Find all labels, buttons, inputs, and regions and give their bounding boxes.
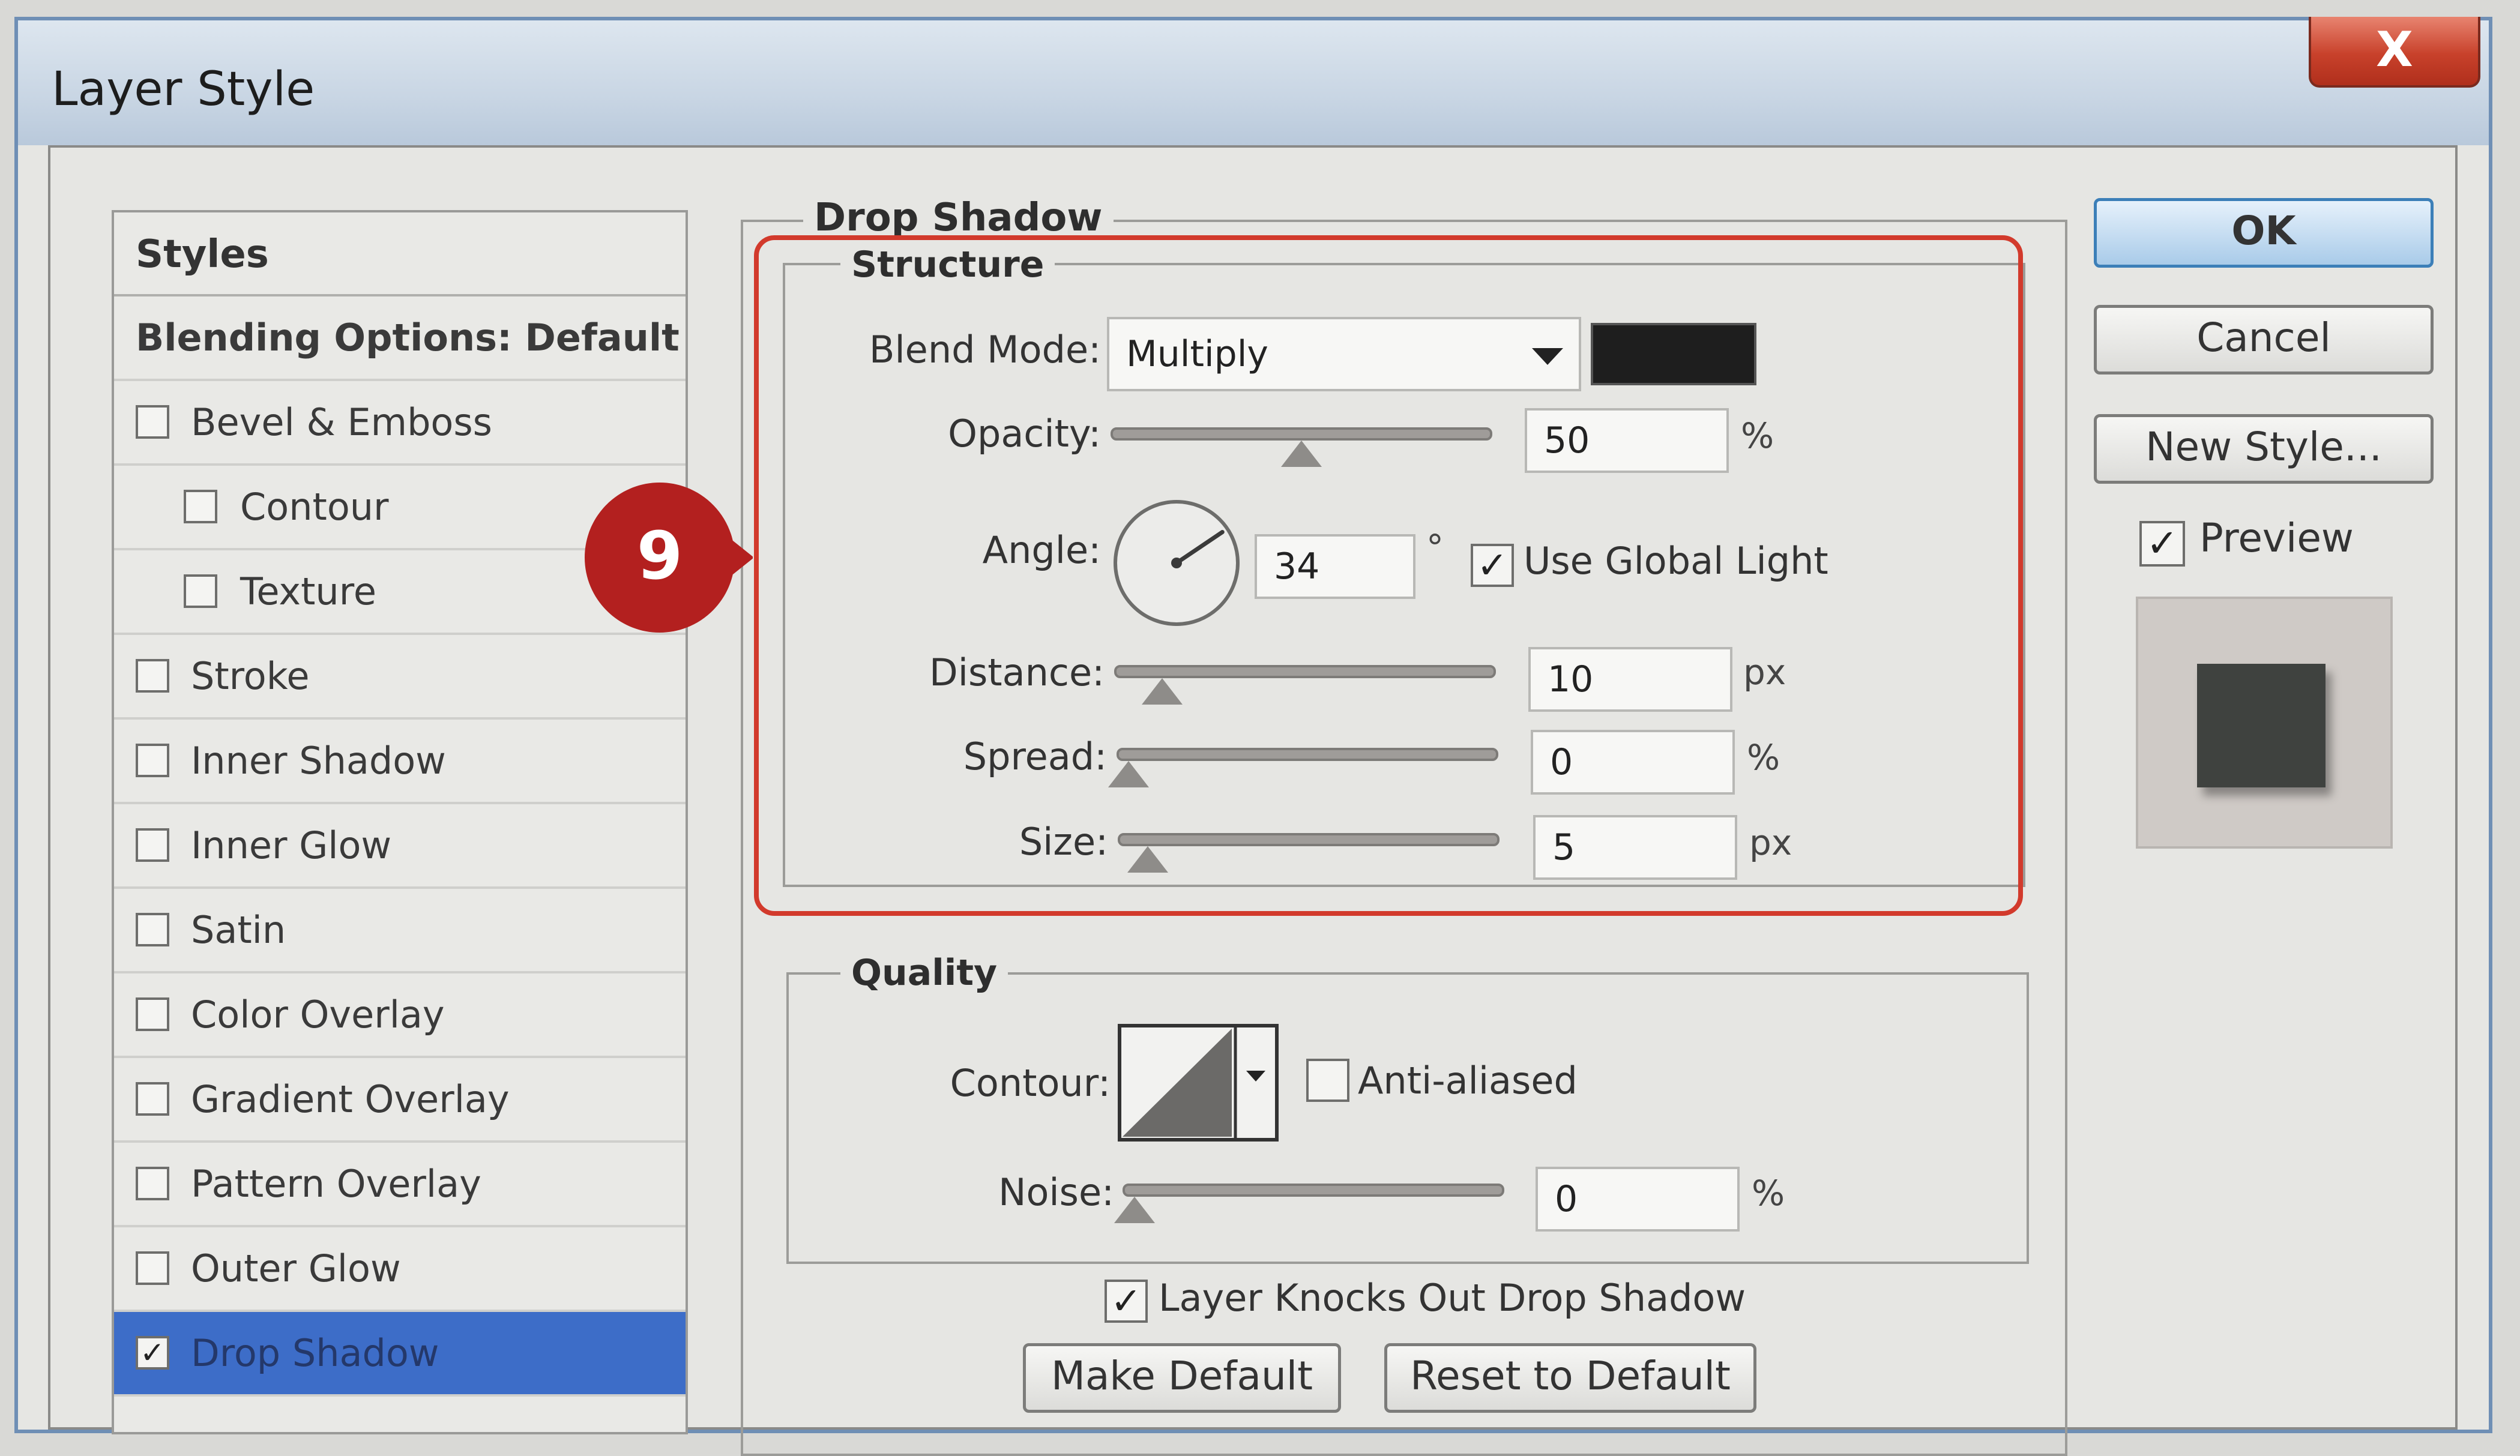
color-overlay-checkbox[interactable]	[136, 997, 169, 1031]
inner-shadow-checkbox[interactable]	[136, 744, 169, 777]
window-title: Layer Style	[52, 62, 315, 116]
style-item-label: Texture	[240, 570, 376, 613]
style-item-inner-glow[interactable]: Inner Glow	[114, 804, 686, 889]
style-item-outer-glow[interactable]: Outer Glow	[114, 1227, 686, 1312]
style-item-drop-shadow[interactable]: ✓ Drop Shadow	[114, 1312, 686, 1397]
noise-input[interactable]: 0	[1536, 1167, 1740, 1232]
style-item-bevel-emboss[interactable]: Bevel & Emboss	[114, 381, 686, 466]
step-number: 9	[637, 517, 683, 594]
outer-glow-checkbox[interactable]	[136, 1251, 169, 1285]
styles-header[interactable]: Styles	[114, 212, 686, 296]
cancel-button[interactable]: Cancel	[2094, 305, 2434, 375]
make-default-button[interactable]: Make Default	[1023, 1343, 1341, 1413]
preview-thumbnail	[2136, 597, 2393, 849]
stroke-checkbox[interactable]	[136, 659, 169, 693]
noise-unit: %	[1752, 1173, 1785, 1214]
preview-label: Preview	[2199, 515, 2354, 561]
style-item-stroke[interactable]: Stroke	[114, 635, 686, 720]
noise-label: Noise:	[998, 1170, 1114, 1214]
style-item-label: Color Overlay	[191, 993, 445, 1036]
style-item-label: Bevel & Emboss	[191, 400, 492, 444]
gradient-overlay-checkbox[interactable]	[136, 1082, 169, 1116]
anti-aliased-checkbox[interactable]	[1306, 1059, 1349, 1102]
layer-style-dialog: Layer Style X Styles Blending Options: D…	[14, 17, 2492, 1456]
close-button[interactable]: X	[2309, 17, 2480, 88]
new-style-button[interactable]: New Style...	[2094, 414, 2434, 484]
contour-checkbox[interactable]	[184, 490, 217, 523]
inner-glow-checkbox[interactable]	[136, 828, 169, 862]
quality-title: Quality	[840, 952, 1008, 994]
contour-label: Contour:	[950, 1061, 1111, 1105]
title-bar[interactable]: Layer Style X	[18, 17, 2489, 145]
reset-to-default-button[interactable]: Reset to Default	[1384, 1343, 1756, 1413]
preview-square	[2197, 664, 2326, 787]
knocks-out-checkbox[interactable]: ✓	[1105, 1280, 1148, 1323]
style-item-label: Inner Glow	[191, 823, 392, 867]
drop-shadow-title: Drop Shadow	[803, 196, 1114, 240]
quality-group	[786, 972, 2029, 1264]
dialog-body: Styles Blending Options: Default Bevel &…	[48, 145, 2458, 1456]
style-item-label: Satin	[191, 908, 286, 952]
blending-options-item[interactable]: Blending Options: Default	[114, 296, 686, 381]
anti-aliased-label: Anti-aliased	[1358, 1059, 1578, 1103]
style-item-color-overlay[interactable]: Color Overlay	[114, 973, 686, 1058]
ok-button[interactable]: OK	[2094, 198, 2434, 268]
style-item-pattern-overlay[interactable]: Pattern Overlay	[114, 1143, 686, 1227]
bevel-emboss-checkbox[interactable]	[136, 405, 169, 439]
style-item-label: Pattern Overlay	[191, 1162, 481, 1206]
contour-picker[interactable]	[1118, 1024, 1279, 1142]
step-callout-marker: 9	[585, 483, 753, 633]
noise-slider-thumb[interactable]	[1114, 1197, 1155, 1223]
structure-highlight-box	[754, 235, 2023, 916]
style-item-label: Outer Glow	[191, 1247, 401, 1290]
style-item-gradient-overlay[interactable]: Gradient Overlay	[114, 1058, 686, 1143]
knocks-out-label: Layer Knocks Out Drop Shadow	[1159, 1276, 1746, 1320]
noise-slider-track[interactable]	[1123, 1184, 1504, 1197]
style-item-label: Gradient Overlay	[191, 1077, 510, 1121]
style-list: Styles Blending Options: Default Bevel &…	[112, 210, 688, 1434]
style-item-label: Stroke	[191, 654, 310, 698]
style-item-label: Drop Shadow	[191, 1331, 439, 1375]
style-item-inner-shadow[interactable]: Inner Shadow	[114, 720, 686, 804]
texture-checkbox[interactable]	[184, 574, 217, 608]
style-item-satin[interactable]: Satin	[114, 889, 686, 973]
preview-checkbox[interactable]: ✓	[2139, 521, 2185, 567]
style-item-label: Contour	[240, 485, 389, 529]
style-item-label: Inner Shadow	[191, 739, 446, 783]
satin-checkbox[interactable]	[136, 913, 169, 946]
pattern-overlay-checkbox[interactable]	[136, 1167, 169, 1200]
drop-shadow-checkbox[interactable]: ✓	[136, 1336, 169, 1370]
